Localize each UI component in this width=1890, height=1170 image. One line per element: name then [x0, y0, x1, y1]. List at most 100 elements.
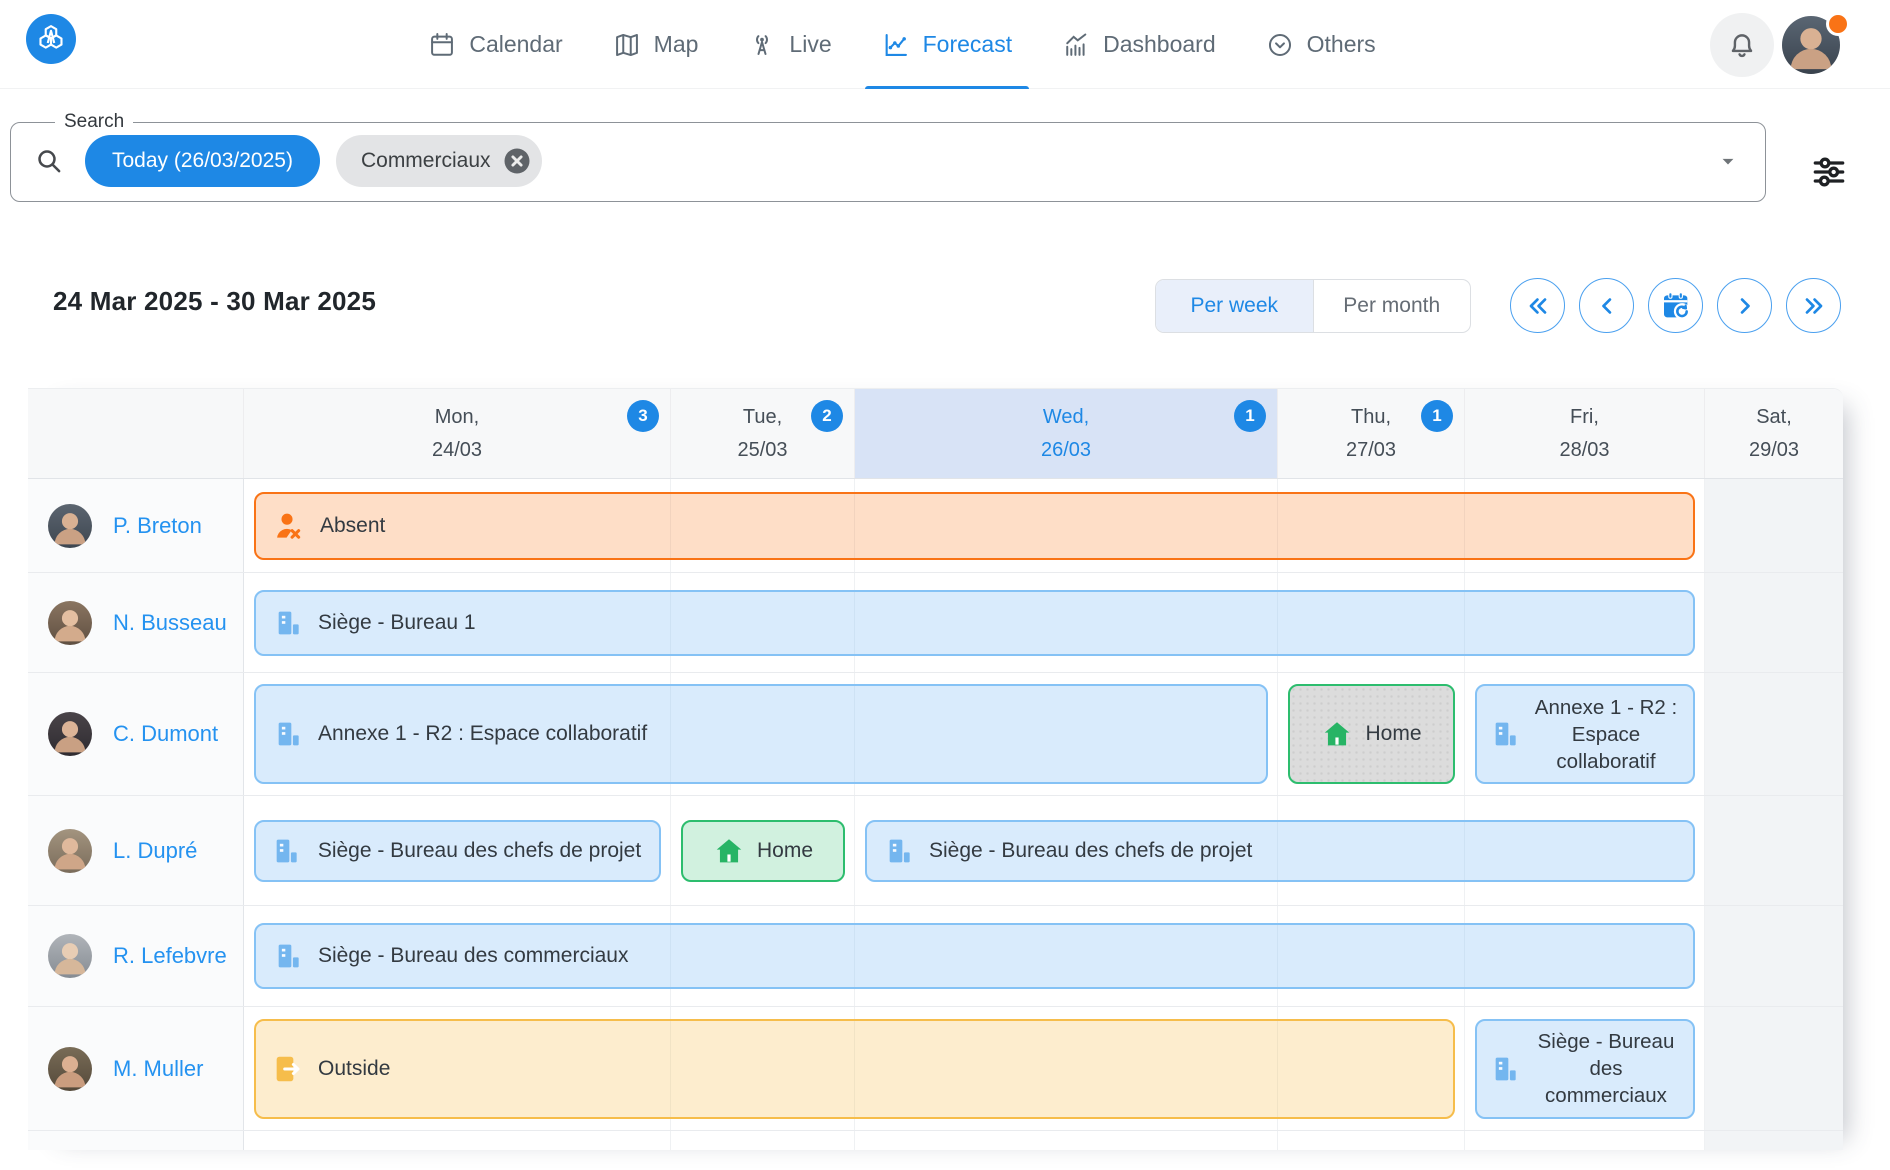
employee-link[interactable]: P. Breton: [113, 513, 202, 539]
schedule-bar-office[interactable]: Annexe 1 - R2 : Espace collaboratif: [254, 684, 1268, 784]
tab-map[interactable]: Map: [588, 0, 724, 89]
notifications-button[interactable]: [1710, 13, 1774, 77]
day-cell: [1278, 1131, 1465, 1150]
weekend-cell: [1705, 573, 1843, 672]
weekend-cell: [1705, 479, 1843, 572]
previous-icon: [1593, 292, 1621, 320]
bar-label: Absent: [320, 514, 385, 538]
last-page-icon: [1800, 292, 1828, 320]
chip-remove-icon[interactable]: [502, 146, 532, 176]
tab-calendar[interactable]: Calendar: [403, 0, 587, 89]
next-week-button[interactable]: [1717, 278, 1772, 333]
today-button[interactable]: [1648, 278, 1703, 333]
building-icon: [883, 835, 915, 867]
employee-cell: L. Dupré: [28, 796, 244, 905]
last-page-button[interactable]: [1786, 278, 1841, 333]
chevron-down-circle-icon: [1266, 31, 1294, 59]
schedule-row: L. Dupré Siège - Bureau des chefs de pro…: [28, 796, 1843, 906]
tab-forecast[interactable]: Forecast: [857, 0, 1037, 89]
tab-live[interactable]: Live: [723, 0, 856, 89]
tab-label: Map: [654, 31, 699, 58]
employee-cell: C. Dumont: [28, 673, 244, 795]
per-week-button[interactable]: Per week: [1156, 280, 1314, 332]
tab-label: Dashboard: [1103, 31, 1216, 58]
building-icon: [272, 718, 304, 750]
schedule-bar-office[interactable]: Siège - Bureau 1: [254, 590, 1695, 656]
bar-label: Siège - Bureau 1: [318, 611, 476, 635]
forecast-chart-icon: [882, 31, 910, 59]
search-icon: [33, 145, 65, 177]
chip-label: Commerciaux: [361, 149, 491, 173]
forecast-page: Calendar Map Live: [0, 0, 1890, 1170]
day-header-fri[interactable]: Fri, 28/03: [1465, 389, 1705, 478]
per-month-button[interactable]: Per month: [1314, 280, 1471, 332]
building-icon: [272, 607, 304, 639]
employee-link[interactable]: L. Dupré: [113, 838, 197, 864]
schedule-bar-office[interactable]: Siège - Bureau des chefs de projet: [254, 820, 661, 882]
home-icon: [713, 835, 745, 867]
employee-link[interactable]: C. Dumont: [113, 721, 218, 747]
tab-label: Forecast: [923, 31, 1012, 58]
chip-commerciaux[interactable]: Commerciaux: [336, 135, 542, 187]
grid-corner: [28, 389, 244, 478]
employee-cell: P. Breton: [28, 479, 244, 572]
advanced-filters-button[interactable]: [1807, 150, 1851, 194]
day-cell: [1465, 1131, 1705, 1150]
weekend-cell: [1705, 796, 1843, 905]
employee-cell: R. Lefebvre: [28, 906, 244, 1006]
schedule-bar-outside[interactable]: Outside: [254, 1019, 1455, 1119]
partial-row: [28, 1131, 1843, 1150]
view-toggle: Per week Per month: [1155, 279, 1471, 333]
employee-link[interactable]: N. Busseau: [113, 610, 227, 636]
avatar: [48, 934, 92, 978]
first-page-icon: [1524, 292, 1552, 320]
previous-week-button[interactable]: [1579, 278, 1634, 333]
avatar: [48, 1047, 92, 1091]
building-icon: [1489, 718, 1521, 750]
weekend-cell: [1705, 1007, 1843, 1130]
search-section: Search Today (26/03/2025) Commerciaux: [0, 110, 1890, 210]
tab-others[interactable]: Others: [1241, 0, 1401, 89]
weekend-cell: [1705, 1131, 1843, 1150]
day-header-wed-today[interactable]: Wed, 26/03 1: [855, 389, 1278, 478]
date-pager: [1510, 278, 1841, 333]
tab-label: Live: [789, 31, 831, 58]
schedule-bar-office[interactable]: Siège - Bureau des chefs de projet: [865, 820, 1695, 882]
employee-link[interactable]: M. Muller: [113, 1056, 203, 1082]
exit-icon: [272, 1053, 304, 1085]
schedule-bar-office[interactable]: Annexe 1 - R2 : Espace collaboratif: [1475, 684, 1695, 784]
first-page-button[interactable]: [1510, 278, 1565, 333]
tab-dashboard[interactable]: Dashboard: [1037, 0, 1241, 89]
chip-label: Today (26/03/2025): [112, 149, 293, 173]
bar-label: Annexe 1 - R2 : Espace collaboratif: [1531, 694, 1681, 775]
schedule-bar-absent[interactable]: Absent: [254, 492, 1695, 560]
bar-label: Annexe 1 - R2 : Espace collaboratif: [318, 722, 647, 746]
day-header-thu[interactable]: Thu, 27/03 1: [1278, 389, 1465, 478]
schedule-bar-home-unavailable[interactable]: Home: [1288, 684, 1455, 784]
dropdown-caret-icon[interactable]: [1715, 148, 1741, 174]
employee-cell: [28, 1131, 244, 1150]
day-header-mon[interactable]: Mon, 24/03 3: [244, 389, 671, 478]
search-field[interactable]: Search Today (26/03/2025) Commerciaux: [10, 116, 1766, 202]
building-icon: [1489, 1053, 1521, 1085]
schedule-bar-office[interactable]: Siège - Bureau des commerciaux: [254, 923, 1695, 989]
schedule-bar-home[interactable]: Home: [681, 820, 845, 882]
day-header-tue[interactable]: Tue, 25/03 2: [671, 389, 855, 478]
weekend-cell: [1705, 906, 1843, 1006]
chip-today[interactable]: Today (26/03/2025): [85, 135, 320, 187]
search-label: Search: [55, 116, 133, 128]
today-calendar-reset-icon: [1660, 290, 1692, 322]
schedule-bar-office[interactable]: Siège - Bureau des commerciaux: [1475, 1019, 1695, 1119]
schedule-row: C. Dumont Annexe 1 - R2 : Espace collabo…: [28, 673, 1843, 796]
schedule-toolbar: 24 Mar 2025 - 30 Mar 2025 Per week Per m…: [0, 278, 1890, 336]
user-avatar[interactable]: [1782, 16, 1840, 74]
day-count-badge: 2: [811, 400, 843, 432]
day-count-badge: 1: [1421, 400, 1453, 432]
day-header-sat[interactable]: Sat, 29/03: [1705, 389, 1843, 478]
schedule-grid: Mon, 24/03 3 Tue, 25/03 2 Wed, 26/03 1 T…: [28, 388, 1843, 1150]
main-tabs: Calendar Map Live: [0, 0, 1847, 89]
employee-link[interactable]: R. Lefebvre: [113, 943, 227, 969]
avatar: [48, 712, 92, 756]
day-cell: [855, 1131, 1278, 1150]
bell-icon: [1725, 28, 1759, 62]
